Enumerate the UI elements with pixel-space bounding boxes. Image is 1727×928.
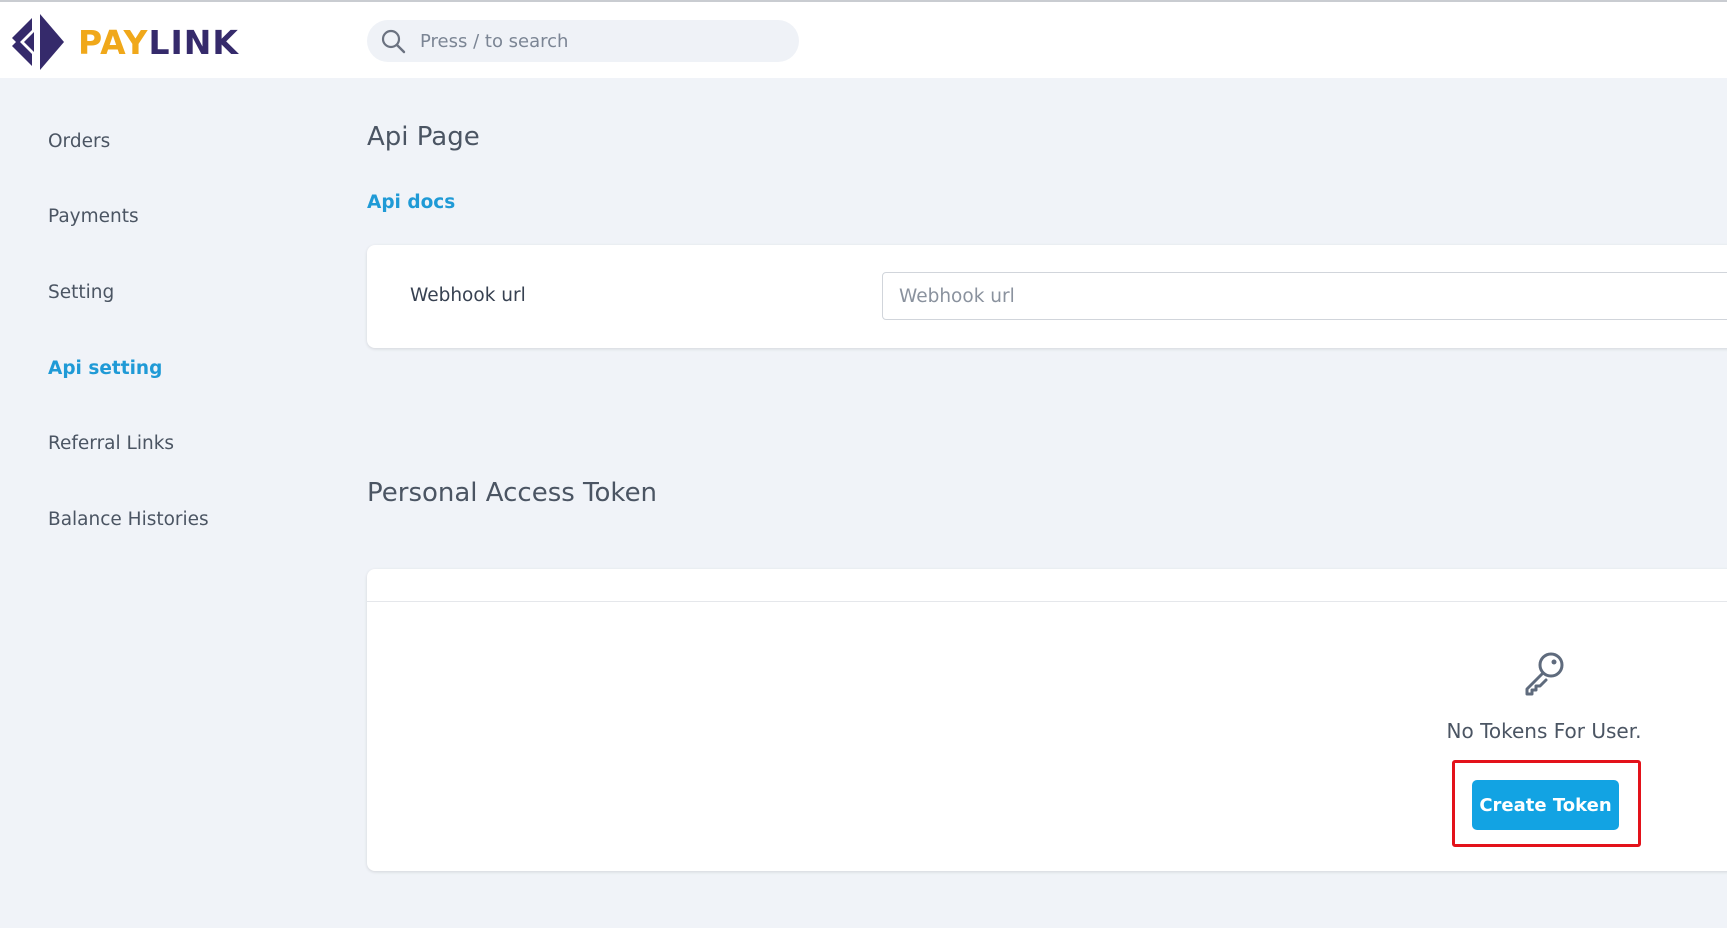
- sidebar-item-api-setting[interactable]: Api setting: [48, 358, 162, 379]
- tokens-card: No Tokens For User. Create Token: [367, 569, 1727, 871]
- webhook-card: Webhook url: [367, 245, 1727, 348]
- api-docs-link[interactable]: Api docs: [367, 192, 455, 213]
- sidebar-item-setting[interactable]: Setting: [48, 282, 114, 303]
- search-bar[interactable]: [367, 20, 799, 62]
- paylink-logo-icon: [12, 14, 64, 70]
- brand-logo[interactable]: PAYLINK: [10, 8, 239, 76]
- key-icon: [1525, 652, 1564, 696]
- search-input[interactable]: [418, 29, 782, 53]
- webhook-url-input[interactable]: [882, 272, 1727, 320]
- personal-access-token-heading: Personal Access Token: [367, 478, 658, 508]
- webhook-url-label: Webhook url: [410, 285, 526, 306]
- brand-name: PAYLINK: [78, 23, 239, 62]
- empty-state-text: No Tokens For User.: [1446, 719, 1642, 743]
- brand-name-pay: PAY: [78, 22, 149, 62]
- page-title: Api Page: [367, 122, 480, 152]
- sidebar-item-referral-links[interactable]: Referral Links: [48, 433, 174, 454]
- search-icon: [381, 29, 406, 54]
- sidebar-item-orders[interactable]: Orders: [48, 131, 110, 152]
- sidebar-item-payments[interactable]: Payments: [48, 206, 139, 227]
- brand-name-link: LINK: [148, 22, 239, 62]
- create-token-button[interactable]: Create Token: [1472, 780, 1619, 830]
- sidebar-item-balance-histories[interactable]: Balance Histories: [48, 509, 209, 530]
- card-header-divider: [367, 601, 1727, 602]
- top-header: PAYLINK: [0, 2, 1727, 78]
